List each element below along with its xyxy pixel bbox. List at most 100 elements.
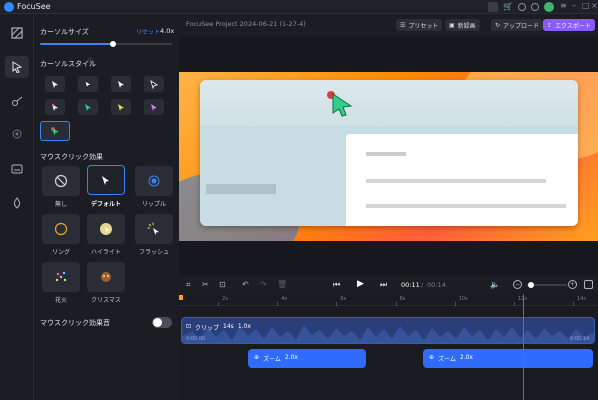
playhead[interactable] — [523, 294, 524, 400]
upload-label: アップロード — [503, 22, 540, 30]
new-recording-label: 新録画 — [457, 22, 476, 30]
toggle-icon[interactable] — [488, 2, 498, 12]
caption-tool-button[interactable] — [5, 158, 29, 180]
clip-speed: 1.0x — [237, 323, 251, 330]
zoom-segment-2[interactable]: ⊕ ズーム 2.0x — [423, 349, 593, 368]
speed-icon[interactable]: ⊡ — [219, 280, 226, 289]
cursor-arrow-icon — [102, 175, 109, 185]
close-icon[interactable]: × — [591, 1, 598, 10]
recorded-window — [200, 80, 578, 226]
upload-button[interactable]: ↻ アップロード — [491, 19, 544, 31]
video-preview[interactable] — [179, 36, 598, 276]
trash-icon[interactable]: 🗑 — [277, 280, 287, 289]
ruler-tick — [277, 302, 279, 306]
cursor-arrow-icon — [51, 127, 59, 136]
effect-highlight[interactable] — [87, 214, 125, 244]
export-button[interactable]: ⇪ エクスポート — [543, 19, 595, 31]
ruler-tick-label: 6s — [340, 296, 347, 302]
scissors-icon[interactable]: ✂ — [202, 280, 209, 289]
cart-icon[interactable]: 🛒 — [503, 2, 513, 11]
playback-controls: ⌗ ✂ ⊡ ↶ ↷ 🗑 ⏮ ▶ ⏭ 00:11 / 00:14 🔈 − + — [179, 276, 598, 294]
cursor-size-slider[interactable] — [40, 41, 172, 47]
project-title: FocuSee Project 2024-06-21 (1-27-4) — [186, 20, 306, 28]
cursor-arrow-icon — [118, 103, 124, 111]
record-icon: ▣ — [449, 21, 455, 29]
zoom-icon: ⊕ — [254, 354, 260, 361]
effect-default[interactable] — [87, 165, 125, 195]
maximize-icon[interactable]: □ — [582, 1, 590, 10]
app-name: FocuSee — [17, 2, 51, 11]
new-recording-button[interactable]: ▣ 新録画 — [445, 19, 480, 31]
crop-icon[interactable]: ⌗ — [186, 280, 191, 290]
timeline[interactable]: 2s4s6s8s10s12s14s ⊡ クリップ 14s 1.0x 0:00.0… — [179, 294, 598, 400]
cursor-style-9-selected[interactable] — [40, 121, 70, 141]
effect-none[interactable] — [42, 166, 80, 196]
cursor-arrow-icon — [118, 80, 124, 88]
info-icon[interactable]: ⓘ — [88, 57, 93, 64]
click-sound-toggle[interactable] — [152, 317, 172, 328]
zoom-segment-1[interactable]: ⊕ ズーム 2.0x — [248, 349, 366, 368]
effect-ripple[interactable] — [135, 166, 173, 196]
volume-icon[interactable]: 🔈 — [490, 280, 500, 289]
cursor-preview-icon — [327, 91, 353, 117]
clip-info: ⊡ クリップ 14s 1.0x — [186, 323, 251, 332]
cursor-style-7[interactable] — [111, 99, 131, 115]
preset-button[interactable]: ☰ プリセット — [396, 19, 443, 31]
cursor-style-8[interactable] — [144, 99, 164, 115]
cursor-size-value: 4.0x — [160, 27, 175, 35]
play-icon[interactable]: ▶ — [357, 279, 364, 289]
clip-end: 0:00.14 — [570, 336, 590, 342]
effect-flash[interactable] — [135, 214, 173, 244]
redo-icon[interactable]: ↷ — [260, 280, 267, 289]
ruler-tick — [513, 302, 515, 306]
click-sound-label: マウスクリック効果音 — [40, 319, 110, 327]
ruler-tick-label: 2s — [222, 296, 228, 302]
menu-icon[interactable]: ≡ — [560, 1, 567, 10]
background-tool-button[interactable] — [5, 22, 29, 44]
caption-icon — [11, 164, 23, 174]
slider-handle[interactable] — [528, 282, 534, 288]
video-clip[interactable]: ⊡ クリップ 14s 1.0x 0:00.00 0:00.14 — [181, 317, 595, 344]
preview-canvas — [179, 72, 598, 241]
ruler-tick-label: 10s — [458, 296, 468, 302]
total-time: 00:14 — [427, 281, 446, 289]
start-marker-icon — [179, 295, 183, 300]
effect-fireworks[interactable] — [42, 262, 80, 292]
timeline-zoom-slider[interactable] — [527, 282, 567, 288]
reset-link[interactable]: リセット — [136, 27, 160, 36]
ruler-tick-label: 8s — [399, 296, 406, 302]
cursor-style-1[interactable] — [45, 76, 65, 92]
animation-tool-button[interactable] — [5, 90, 29, 112]
ruler-tick — [218, 302, 220, 306]
zoom-out-icon[interactable]: − — [513, 280, 522, 289]
effect-christmas-label: クリスマス — [91, 297, 121, 304]
undo-icon[interactable]: ↶ — [242, 280, 249, 289]
cursor-style-4[interactable] — [144, 76, 164, 92]
cursor-tool-button[interactable] — [5, 56, 29, 78]
cursor-style-2[interactable] — [78, 76, 98, 92]
clip-icon: ⊡ — [186, 323, 192, 330]
effect-christmas[interactable] — [87, 262, 125, 292]
webcam-tool-button[interactable] — [5, 124, 29, 146]
settings-icon[interactable] — [531, 3, 539, 11]
ripple-icon — [148, 175, 160, 187]
droplet-icon — [13, 197, 21, 209]
user-avatar[interactable] — [544, 2, 554, 12]
animation-icon — [12, 96, 23, 106]
cursor-style-3[interactable] — [111, 76, 131, 92]
rewind-icon[interactable]: ⏮ — [333, 280, 340, 290]
minimize-icon[interactable]: – — [572, 1, 576, 10]
app-logo-icon — [4, 2, 14, 12]
effect-ring-label: リング — [51, 249, 70, 256]
cursor-style-6[interactable] — [78, 99, 98, 115]
slider-handle[interactable] — [109, 41, 116, 47]
cursor-style-5[interactable] — [45, 99, 65, 115]
effects-tool-button[interactable] — [5, 192, 29, 214]
help-icon[interactable] — [518, 3, 526, 11]
zoom-in-icon[interactable]: + — [568, 280, 577, 289]
zoom-value: 2.0x — [284, 354, 298, 361]
zoom-label: ズーム — [263, 356, 281, 363]
forward-icon[interactable]: ⏭ — [380, 280, 387, 290]
fit-icon[interactable] — [584, 280, 593, 289]
effect-ring[interactable] — [42, 214, 80, 244]
